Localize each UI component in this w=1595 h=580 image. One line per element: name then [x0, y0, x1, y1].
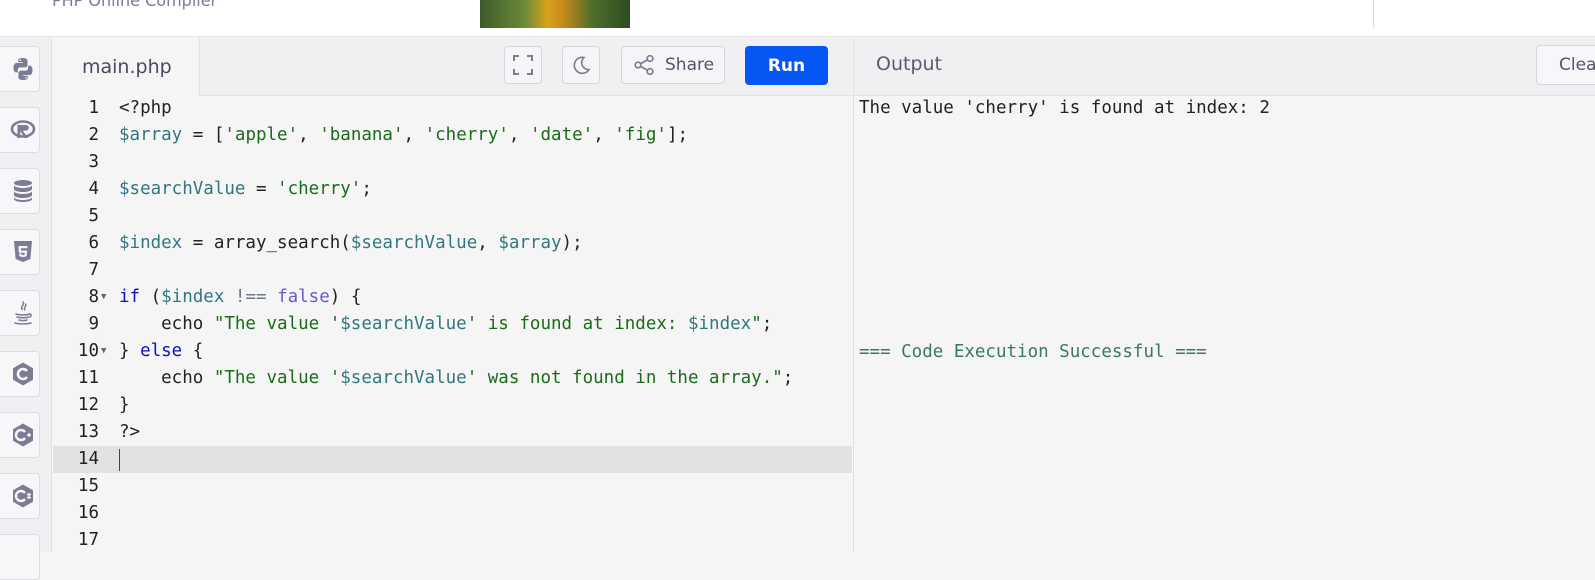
line-number: 8: [88, 287, 99, 307]
lang-c-button[interactable]: [0, 351, 40, 397]
line-number: 5: [88, 206, 99, 226]
code-text: if ($index !== false) {: [119, 287, 362, 307]
theme-toggle-button[interactable]: [562, 46, 600, 84]
code-line: 16: [53, 500, 852, 527]
share-button[interactable]: Share: [621, 46, 725, 84]
java-icon: [14, 301, 32, 325]
code-text: }: [119, 395, 130, 415]
line-number: 2: [88, 125, 99, 145]
fullscreen-button[interactable]: [504, 46, 542, 84]
code-text: $array = ['apple', 'banana', 'cherry', '…: [119, 125, 689, 145]
top-bar: PHP Online Compiler: [0, 0, 1595, 37]
code-line: 9 echo "The value '$searchValue' is foun…: [53, 311, 852, 338]
code-editor[interactable]: 1 <?php 2 $array = ['apple', 'banana', '…: [53, 96, 852, 552]
fullscreen-icon: [513, 55, 533, 75]
output-line: The value 'cherry' is found at index: 2: [859, 98, 1270, 118]
code-line: 1 <?php: [53, 96, 852, 122]
lang-csharp-button[interactable]: [0, 473, 40, 519]
fold-toggle-icon[interactable]: ▼: [101, 338, 106, 365]
output-panel[interactable]: The value 'cherry' is found at index: 2 …: [853, 96, 1595, 552]
line-number: 16: [77, 503, 99, 523]
c-icon: [13, 362, 33, 386]
site-brand[interactable]: PHP Online Compiler: [52, 0, 217, 10]
line-number: 15: [77, 476, 99, 496]
execution-status: === Code Execution Successful ===: [859, 342, 1207, 362]
line-number: 10: [77, 341, 99, 361]
lang-python-button[interactable]: [0, 46, 40, 92]
code-line: 15: [53, 473, 852, 500]
code-text: $searchValue = 'cherry';: [119, 179, 372, 199]
code-line: 3: [53, 149, 852, 176]
code-text: } else {: [119, 341, 204, 361]
line-number: 9: [88, 314, 99, 334]
lang-sql-button[interactable]: [0, 168, 40, 214]
line-number: 14: [77, 449, 99, 469]
output-title: Output: [876, 53, 942, 75]
python-icon: [13, 58, 33, 80]
code-line: 2 $array = ['apple', 'banana', 'cherry',…: [53, 122, 852, 149]
html5-icon: [14, 241, 32, 262]
code-line: 12 }: [53, 392, 852, 419]
share-label: Share: [665, 55, 715, 75]
line-number: 1: [88, 98, 99, 118]
lang-html-button[interactable]: [0, 229, 40, 275]
r-icon: [10, 120, 36, 138]
line-number: 7: [88, 260, 99, 280]
output-toolbar: Output Clear: [853, 38, 1595, 96]
moon-icon: [573, 56, 591, 75]
code-line: 10 ▼ } else {: [53, 338, 852, 365]
code-line: 6 $index = array_search($searchValue, $a…: [53, 230, 852, 257]
clear-button[interactable]: Clear: [1536, 45, 1595, 85]
top-divider: [1373, 0, 1374, 28]
line-number: 3: [88, 152, 99, 172]
editor-toolbar: main.php Share Run: [53, 38, 852, 96]
lang-more-button[interactable]: [0, 534, 40, 580]
line-number: 12: [77, 395, 99, 415]
lang-java-button[interactable]: [0, 290, 40, 336]
text-cursor: [119, 449, 120, 471]
code-text: ?>: [119, 422, 141, 442]
code-line: 7: [53, 257, 852, 284]
line-number: 11: [77, 368, 99, 388]
code-line: 13 ?>: [53, 419, 852, 446]
code-text: echo "The value '$searchValue' is found …: [119, 314, 773, 334]
share-icon: [634, 54, 654, 76]
language-sidebar: [0, 38, 52, 580]
line-number: 4: [88, 179, 99, 199]
sql-icon: [14, 180, 32, 202]
code-text: echo "The value '$searchValue' was not f…: [119, 368, 794, 388]
fold-toggle-icon[interactable]: ▼: [101, 284, 106, 311]
code-text: $index = array_search($searchValue, $arr…: [119, 233, 583, 253]
code-line: 4 $searchValue = 'cherry';: [53, 176, 852, 203]
ad-image[interactable]: [480, 0, 630, 28]
code-line: 17: [53, 527, 852, 552]
run-button[interactable]: Run: [745, 46, 828, 85]
line-number: 13: [77, 422, 99, 442]
code-line: 11 echo "The value '$searchValue' was no…: [53, 365, 852, 392]
lang-r-button[interactable]: [0, 107, 40, 153]
lang-cpp-button[interactable]: [0, 412, 40, 458]
csharp-icon: [13, 484, 33, 508]
line-number: 17: [77, 530, 99, 550]
code-line: 5: [53, 203, 852, 230]
line-number: 6: [88, 233, 99, 253]
tab-main-php[interactable]: main.php: [53, 38, 200, 96]
code-text: <?php: [119, 98, 172, 118]
code-line: 8 ▼ if ($index !== false) {: [53, 284, 852, 311]
active-code-line[interactable]: 14: [53, 446, 852, 473]
cpp-icon: [13, 423, 33, 447]
